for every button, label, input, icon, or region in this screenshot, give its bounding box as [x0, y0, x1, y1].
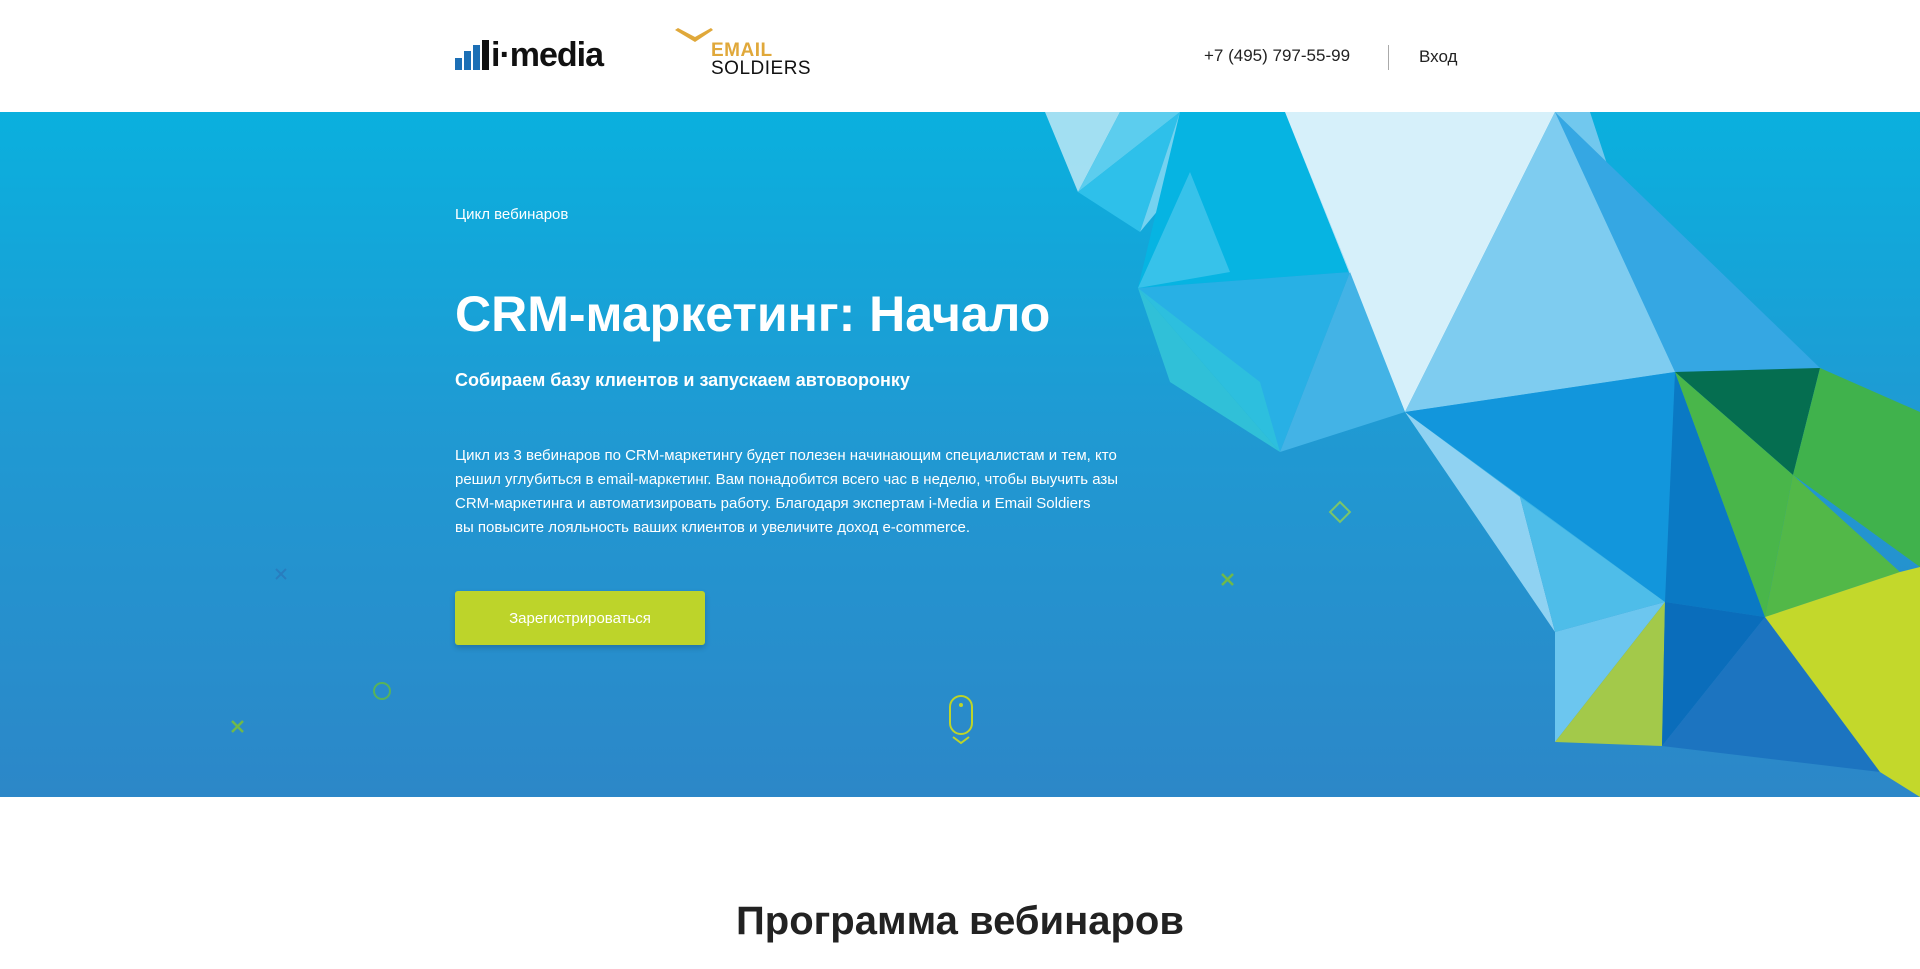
bar-chart-icon: [455, 40, 489, 70]
chevron-wing-icon: [675, 28, 713, 42]
imedia-logo[interactable]: i·media: [455, 36, 604, 74]
hero-description-line: CRM-маркетинга и автоматизировать работу…: [455, 495, 1091, 512]
hero-section: Цикл вебинаров CRM-маркетинг: Начало Соб…: [0, 112, 1920, 797]
hero-description: Цикл из 3 вебинаров по CRM-маркетингу бу…: [455, 444, 1175, 540]
page-subtitle: Собираем базу клиентов и запускаем автов…: [455, 370, 910, 390]
hero-description-line: решил углубиться в email-маркетинг. Вам …: [455, 471, 1119, 488]
mouse-scroll-icon[interactable]: [946, 695, 976, 747]
series-label: Цикл вебинаров: [455, 206, 569, 223]
page-title: CRM-маркетинг: Начало: [455, 286, 1051, 342]
register-button[interactable]: Зарегистрироваться: [455, 591, 705, 645]
email-soldiers-logo-line2: SOLDIERS: [711, 58, 812, 79]
login-link[interactable]: Вход: [1419, 47, 1457, 67]
program-section-title: Программа вебинаров: [736, 899, 1184, 943]
hero-description-line: вы повысите лояльность ваших клиентов и …: [455, 519, 970, 536]
site-header: i·media EMAIL SOLDIERS +7 (495) 797-55-9…: [0, 0, 1920, 112]
email-soldiers-logo[interactable]: EMAIL SOLDIERS: [675, 28, 815, 80]
hero-description-line: Цикл из 3 вебинаров по CRM-маркетингу бу…: [455, 447, 1117, 464]
header-divider: [1388, 45, 1389, 70]
phone-link[interactable]: +7 (495) 797-55-99: [1204, 46, 1350, 66]
imedia-logo-text: i·media: [491, 36, 604, 74]
